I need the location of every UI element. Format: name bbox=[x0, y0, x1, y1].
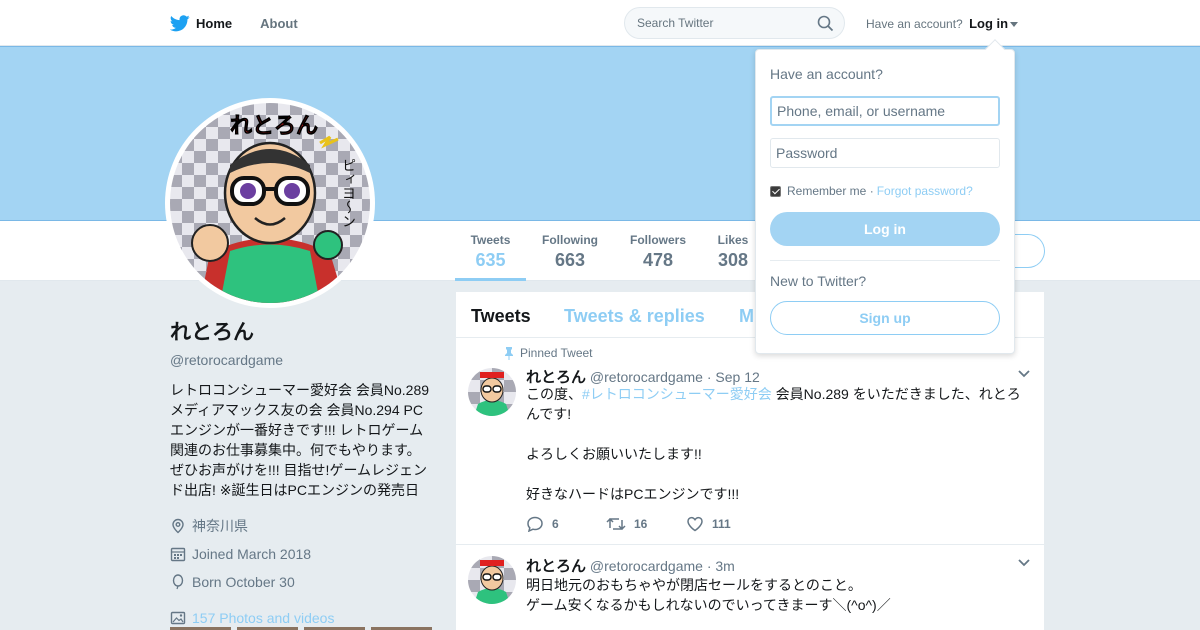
pin-icon bbox=[505, 346, 513, 360]
login-dropdown-title: Have an account? bbox=[770, 66, 883, 82]
stat-tweets[interactable]: Tweets 635 bbox=[455, 233, 526, 281]
like-count: 111 bbox=[712, 517, 731, 531]
tweet-author-handle[interactable]: @retorocardgame bbox=[590, 558, 703, 574]
chevron-down-icon[interactable] bbox=[1018, 559, 1030, 567]
tweet-header: れとろん @retorocardgame · 3m bbox=[526, 555, 735, 576]
pinned-indicator: Pinned Tweet bbox=[504, 346, 593, 360]
reply-icon bbox=[527, 516, 543, 532]
profile-avatar[interactable]: れとろん ピィヨ〜ン bbox=[165, 98, 375, 308]
account-prompt: Have an account? Log in bbox=[866, 16, 1019, 31]
tweet-timestamp[interactable]: · 3m bbox=[707, 558, 735, 574]
avatar-illustration: れとろん ピィヨ〜ン bbox=[170, 103, 370, 303]
pinned-label: Pinned Tweet bbox=[520, 346, 593, 360]
stat-followers[interactable]: Followers 478 bbox=[628, 233, 688, 271]
photos-text: 157 Photos and videos bbox=[192, 610, 335, 626]
nav-home-label: Home bbox=[196, 15, 233, 31]
retweet-icon bbox=[606, 517, 626, 531]
profile-name[interactable]: れとろん bbox=[170, 316, 432, 346]
username-field[interactable] bbox=[770, 96, 1000, 126]
born-text: Born October 30 bbox=[192, 574, 295, 590]
chevron-down-icon[interactable] bbox=[1018, 370, 1030, 378]
tweet-avatar-image bbox=[468, 556, 516, 604]
heart-icon bbox=[687, 516, 703, 532]
joined-text: Joined March 2018 bbox=[192, 546, 312, 562]
nav-about-label: About bbox=[260, 15, 298, 31]
calendar-icon bbox=[170, 547, 186, 562]
new-to-twitter-text: New to Twitter? bbox=[770, 273, 867, 289]
profile-bio: レトロコンシューマー愛好会 会員No.289 メディアマックス友の会 会員No.… bbox=[170, 382, 430, 498]
tweet-text-post: 会員No.289 をいただきました、れとろんです! よろしくお願いいたします!!… bbox=[526, 386, 1021, 502]
stat-value: 635 bbox=[475, 250, 506, 270]
remember-me-row: Remember me · Forgot password? bbox=[770, 184, 973, 198]
stat-likes[interactable]: Likes 308 bbox=[712, 233, 754, 271]
login-button[interactable]: Log in bbox=[770, 212, 1000, 246]
location-text: 神奈川県 bbox=[192, 518, 248, 534]
tweet-text: 明日地元のおもちゃやが閉店セールをするとのこと。 ゲーム安くなるかもしれないので… bbox=[526, 577, 891, 613]
remember-me-checkbox[interactable] bbox=[770, 185, 781, 197]
password-field[interactable] bbox=[770, 138, 1000, 168]
stat-label: Likes bbox=[717, 233, 749, 247]
reply-count: 6 bbox=[552, 517, 559, 531]
profile-joined: Joined March 2018 bbox=[170, 540, 432, 568]
stat-label: Tweets bbox=[470, 233, 511, 247]
nav-about[interactable]: About bbox=[260, 16, 298, 31]
caret-down-icon bbox=[1010, 22, 1019, 28]
tweet-text-pre: この度、 bbox=[526, 386, 582, 402]
stat-value: 663 bbox=[554, 250, 586, 270]
tweet-text: この度、#レトロコンシューマー愛好会 会員No.289 をいただきました、れとろ… bbox=[526, 384, 1031, 504]
stat-label: Following bbox=[542, 233, 598, 247]
like-action[interactable]: 111 bbox=[686, 516, 766, 532]
profile-handle[interactable]: @retorocardgame bbox=[170, 352, 432, 368]
nav-home[interactable]: Home bbox=[170, 14, 233, 32]
profile-location: 神奈川県 bbox=[170, 512, 432, 540]
nav-left: Home About bbox=[170, 0, 326, 46]
hashtag-link[interactable]: #レトロコンシューマー愛好会 bbox=[582, 386, 772, 402]
tweet-avatar[interactable] bbox=[468, 368, 516, 416]
login-dropdown: Have an account? Remember me · Forgot pa… bbox=[755, 39, 1015, 354]
stat-following[interactable]: Following 663 bbox=[540, 233, 600, 271]
tweet-author-handle[interactable]: @retorocardgame bbox=[590, 369, 703, 385]
tweet-avatar[interactable] bbox=[468, 556, 516, 604]
tab-tweets[interactable]: Tweets bbox=[471, 306, 531, 327]
forgot-password-link[interactable]: Forgot password? bbox=[877, 184, 973, 198]
top-navigation-bar: Home About Have an account? Log in bbox=[0, 0, 1200, 46]
login-link-label: Log in bbox=[969, 16, 1009, 31]
search-icon[interactable] bbox=[817, 15, 834, 32]
profile-born: Born October 30 bbox=[170, 568, 432, 596]
avatar-side-text: ピィヨ〜ン bbox=[340, 158, 356, 228]
search-box[interactable] bbox=[624, 7, 845, 39]
tweet-item[interactable]: Pinned Tweet れとろん @retorocardgame · Sep … bbox=[456, 338, 1044, 545]
search-input[interactable] bbox=[625, 8, 805, 38]
stat-value: 478 bbox=[642, 250, 674, 270]
separator-dot: · bbox=[869, 184, 874, 198]
reply-action[interactable]: 6 bbox=[526, 516, 606, 532]
stat-value: 308 bbox=[717, 250, 749, 270]
tab-media[interactable]: M bbox=[739, 306, 754, 327]
profile-sidebar: れとろん @retorocardgame レトロコンシューマー愛好会 会員No.… bbox=[170, 316, 432, 630]
location-pin-icon bbox=[172, 518, 184, 534]
dropdown-divider bbox=[770, 260, 1000, 261]
twitter-bird-icon bbox=[170, 14, 190, 31]
photo-icon bbox=[170, 611, 186, 625]
retweet-action[interactable]: 16 bbox=[606, 516, 686, 532]
tweet-item[interactable]: れとろん @retorocardgame · 3m 明日地元のおもちゃやが閉店セ… bbox=[456, 545, 1044, 630]
tab-tweets-and-replies[interactable]: Tweets & replies bbox=[564, 306, 705, 327]
remember-me-label[interactable]: Remember me bbox=[787, 184, 866, 198]
stat-label: Followers bbox=[629, 233, 686, 247]
tweet-author-name[interactable]: れとろん bbox=[526, 558, 586, 575]
account-prompt-text: Have an account? bbox=[866, 17, 963, 31]
signup-button[interactable]: Sign up bbox=[770, 301, 1000, 335]
login-dropdown-toggle[interactable]: Log in bbox=[969, 16, 1019, 31]
tweet-actions: 6 16 111 bbox=[526, 516, 766, 532]
balloon-icon bbox=[172, 574, 184, 590]
tweet-avatar-image bbox=[468, 368, 516, 416]
avatar-title-text: れとろん bbox=[230, 114, 318, 139]
retweet-count: 16 bbox=[634, 517, 648, 531]
tweet-timestamp[interactable]: · Sep 12 bbox=[707, 369, 760, 385]
